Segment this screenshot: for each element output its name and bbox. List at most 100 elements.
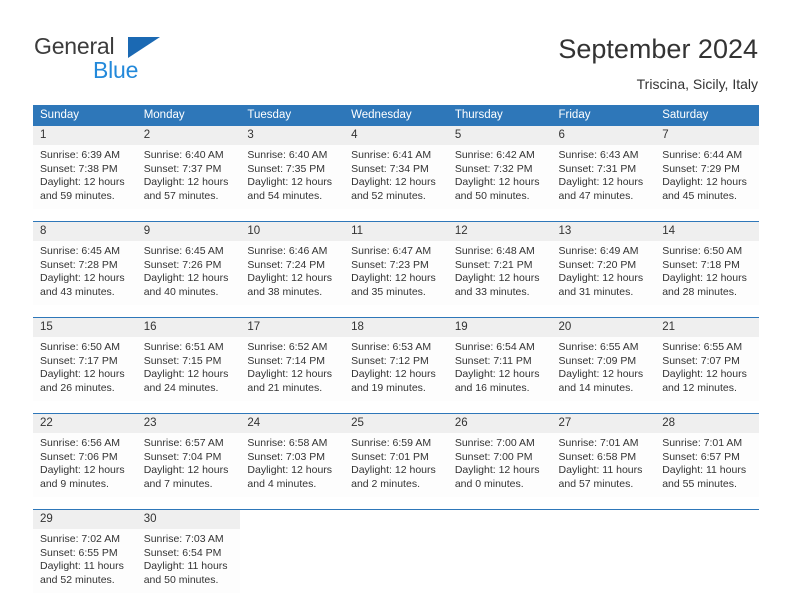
sunset-text: Sunset: 7:15 PM [143,354,222,367]
day-number[interactable]: 5 [447,126,552,145]
day-number[interactable]: 17 [240,318,345,337]
day-cell[interactable]: Sunrise: 6:39 AM Sunset: 7:38 PM Dayligh… [33,145,137,209]
day-number[interactable]: 16 [136,318,241,337]
daylight-text-line1: Daylight: 12 hours [351,464,436,477]
day-number[interactable]: 24 [240,414,345,433]
day-cell[interactable]: Sunrise: 6:49 AM Sunset: 7:20 PM Dayligh… [551,241,656,305]
day-cell[interactable]: Sunrise: 6:51 AM Sunset: 7:15 PM Dayligh… [136,337,241,401]
day-number[interactable]: 12 [447,222,552,241]
day-cell[interactable]: Sunrise: 7:02 AM Sunset: 6:55 PM Dayligh… [33,529,137,593]
day-number[interactable]: 18 [344,318,448,337]
calendar-week-row: 8 9 10 11 12 13 14 Sunrise: 6:45 AM Suns… [33,222,759,318]
day-number[interactable]: 10 [240,222,345,241]
day-cell[interactable]: Sunrise: 6:50 AM Sunset: 7:18 PM Dayligh… [655,241,759,305]
day-number[interactable]: 20 [551,318,656,337]
day-cell[interactable]: Sunrise: 7:00 AM Sunset: 7:00 PM Dayligh… [447,433,552,497]
day-number[interactable]: 28 [655,414,759,433]
daylight-text-line2: and 12 minutes. [662,381,737,394]
day-cell[interactable]: Sunrise: 6:58 AM Sunset: 7:03 PM Dayligh… [240,433,345,497]
day-number[interactable]: 30 [136,510,241,529]
daylight-text-line2: and 16 minutes. [454,381,530,394]
sunrise-text: Sunrise: 6:55 AM [558,341,639,353]
day-cell[interactable]: Sunrise: 6:59 AM Sunset: 7:01 PM Dayligh… [344,433,448,497]
page-header: General Blue September 2024 Triscina, Si… [0,0,792,95]
daylight-text-line1: Daylight: 12 hours [143,176,229,189]
sunset-text: Sunset: 7:29 PM [662,162,740,175]
day-cell[interactable]: Sunrise: 6:52 AM Sunset: 7:14 PM Dayligh… [240,337,345,401]
day-number[interactable]: 6 [551,126,656,145]
day-cell[interactable]: Sunrise: 6:57 AM Sunset: 7:04 PM Dayligh… [136,433,241,497]
day-cell[interactable]: Sunrise: 6:55 AM Sunset: 7:09 PM Dayligh… [551,337,656,401]
day-cell[interactable]: Sunrise: 6:50 AM Sunset: 7:17 PM Dayligh… [33,337,137,401]
daylight-text-line2: and 52 minutes. [40,573,115,586]
daylight-text-line2: and 54 minutes. [247,189,323,202]
day-cell[interactable]: Sunrise: 7:03 AM Sunset: 6:54 PM Dayligh… [136,529,241,593]
sunrise-text: Sunrise: 6:52 AM [247,341,328,353]
day-number[interactable]: 29 [33,510,137,529]
sunset-text: Sunset: 7:20 PM [558,258,637,271]
sunset-text: Sunset: 6:58 PM [558,450,637,463]
day-number[interactable]: 23 [136,414,241,433]
day-number[interactable]: 22 [33,414,137,433]
day-cell[interactable]: Sunrise: 6:41 AM Sunset: 7:34 PM Dayligh… [344,145,448,209]
daylight-text-line1: Daylight: 12 hours [558,272,644,285]
sunrise-text: Sunrise: 6:50 AM [662,245,743,257]
day-number[interactable]: 2 [136,126,241,145]
day-number[interactable]: 8 [33,222,137,241]
day-cell[interactable]: Sunrise: 6:47 AM Sunset: 7:23 PM Dayligh… [344,241,448,305]
day-cell[interactable]: Sunrise: 6:48 AM Sunset: 7:21 PM Dayligh… [447,241,552,305]
day-cell[interactable]: Sunrise: 6:45 AM Sunset: 7:28 PM Dayligh… [33,241,137,305]
daylight-text-line1: Daylight: 12 hours [662,368,747,381]
day-number[interactable]: 25 [344,414,448,433]
day-number[interactable]: 15 [33,318,137,337]
daylight-text-line2: and 28 minutes. [662,285,737,298]
daylight-text-line2: and 26 minutes. [40,381,115,394]
sunset-text: Sunset: 7:09 PM [558,354,637,367]
day-number[interactable]: 9 [136,222,241,241]
day-cell-empty [344,510,448,529]
day-cell[interactable]: Sunrise: 7:01 AM Sunset: 6:58 PM Dayligh… [551,433,656,497]
daylight-text-line1: Daylight: 12 hours [247,368,333,381]
day-cell-empty [551,529,656,593]
sunset-text: Sunset: 7:17 PM [40,354,118,367]
day-number[interactable]: 7 [655,126,759,145]
day-number[interactable]: 1 [33,126,137,145]
sunrise-text: Sunrise: 6:54 AM [454,341,535,353]
day-cell[interactable]: Sunrise: 6:43 AM Sunset: 7:31 PM Dayligh… [551,145,656,209]
daylight-text-line1: Daylight: 12 hours [351,176,436,189]
weekday-header-monday: Monday [136,105,241,126]
day-number[interactable]: 26 [447,414,552,433]
day-cell[interactable]: Sunrise: 6:40 AM Sunset: 7:35 PM Dayligh… [240,145,345,209]
day-cell[interactable]: Sunrise: 6:56 AM Sunset: 7:06 PM Dayligh… [33,433,137,497]
day-number[interactable]: 13 [551,222,656,241]
sunrise-text: Sunrise: 6:56 AM [40,437,120,449]
day-cell[interactable]: Sunrise: 6:46 AM Sunset: 7:24 PM Dayligh… [240,241,345,305]
day-cell[interactable]: Sunrise: 6:53 AM Sunset: 7:12 PM Dayligh… [344,337,448,401]
weekday-header-row: Sunday Monday Tuesday Wednesday Thursday… [33,105,759,126]
day-cell[interactable]: Sunrise: 6:54 AM Sunset: 7:11 PM Dayligh… [447,337,552,401]
sunrise-text: Sunrise: 6:41 AM [351,149,432,161]
calendar-week-row: 1 2 3 4 5 6 7 Sunrise: 6:39 AM Sunset: 7… [33,126,759,222]
sunset-text: Sunset: 7:00 PM [454,450,533,463]
day-number[interactable]: 11 [344,222,448,241]
week3-daynumbers: 15 16 17 18 19 20 21 [33,318,759,337]
day-number[interactable]: 3 [240,126,345,145]
day-cell-empty [655,510,759,529]
day-cell[interactable]: Sunrise: 6:45 AM Sunset: 7:26 PM Dayligh… [136,241,241,305]
day-cell[interactable]: Sunrise: 6:55 AM Sunset: 7:07 PM Dayligh… [655,337,759,401]
day-cell[interactable]: Sunrise: 6:40 AM Sunset: 7:37 PM Dayligh… [136,145,241,209]
day-cell[interactable]: Sunrise: 7:01 AM Sunset: 6:57 PM Dayligh… [655,433,759,497]
day-number[interactable]: 14 [655,222,759,241]
day-number[interactable]: 21 [655,318,759,337]
week1-daynumbers: 1 2 3 4 5 6 7 [33,126,759,145]
daylight-text-line2: and 35 minutes. [351,285,426,298]
daylight-text-line1: Daylight: 11 hours [662,464,747,477]
calendar-table: Sunday Monday Tuesday Wednesday Thursday… [33,105,759,593]
day-cell[interactable]: Sunrise: 6:44 AM Sunset: 7:29 PM Dayligh… [655,145,759,209]
day-number[interactable]: 4 [344,126,448,145]
day-cell[interactable]: Sunrise: 6:42 AM Sunset: 7:32 PM Dayligh… [447,145,552,209]
day-cell-empty [240,529,345,593]
day-number[interactable]: 19 [447,318,552,337]
sunset-text: Sunset: 7:38 PM [40,162,118,175]
day-number[interactable]: 27 [551,414,656,433]
